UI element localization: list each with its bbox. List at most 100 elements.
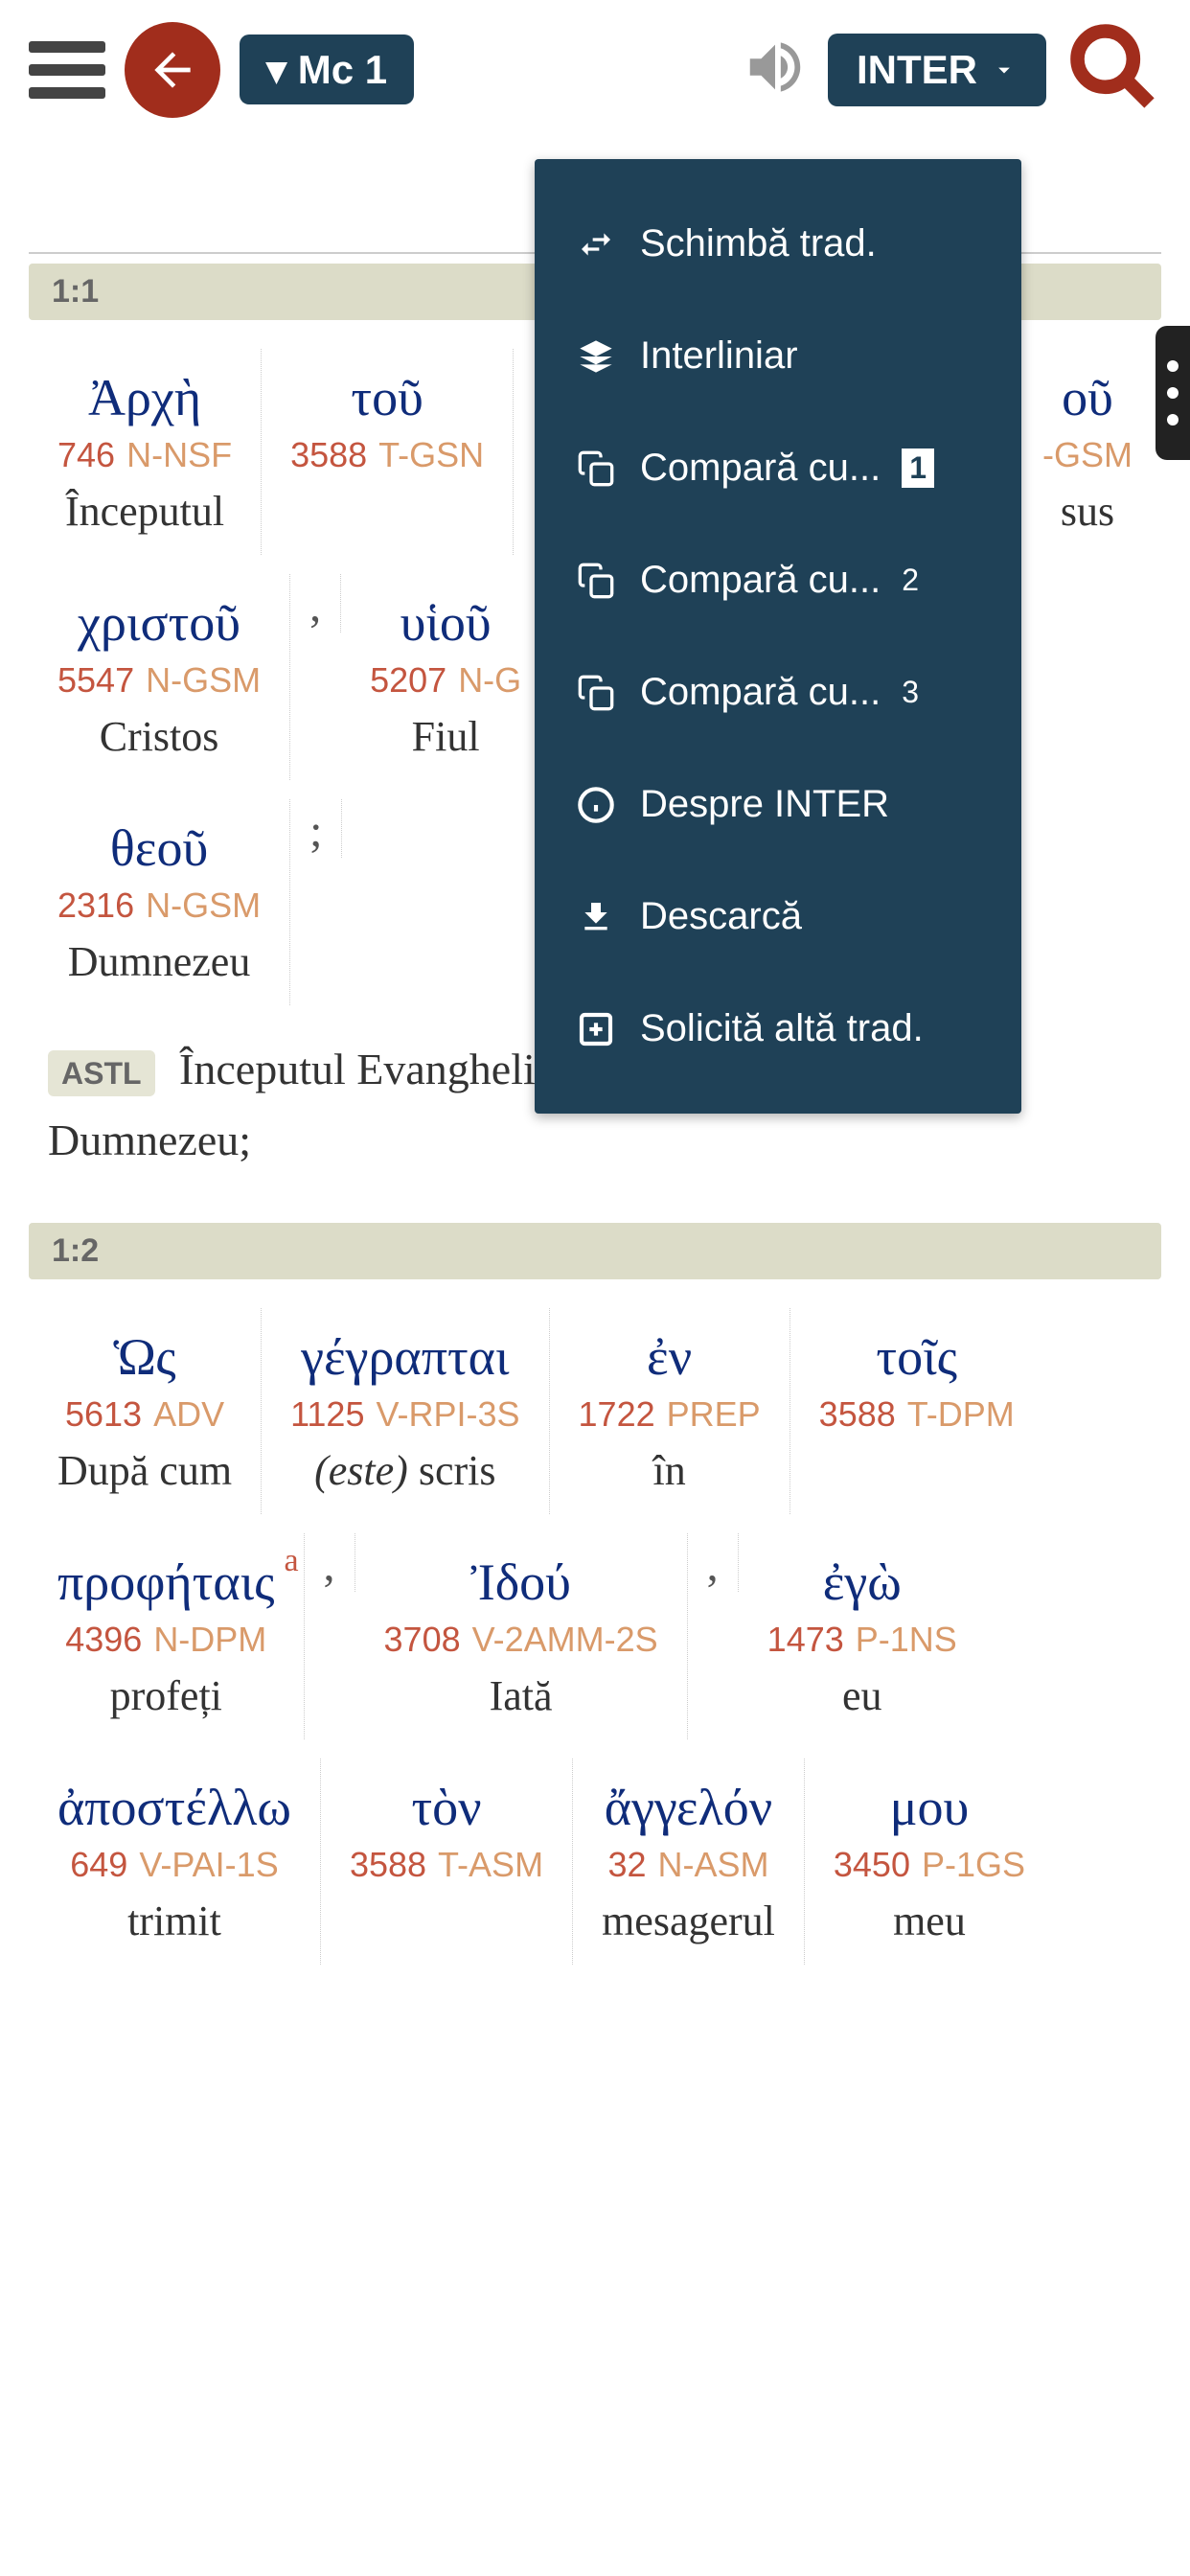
strongs-num: 1473 (767, 1620, 844, 1660)
footnote-mark[interactable]: a (284, 1543, 298, 1579)
strongs-num: 3708 (384, 1620, 461, 1660)
chevron-down-icon (991, 57, 1018, 83)
dropdown-label: Compară cu... (640, 671, 881, 714)
dropdown-compare-1[interactable]: Compară cu... 1 (535, 412, 1021, 524)
interlinear-row: ἀποστέλλω 649V-PAI-1S trimit τὸν 3588 T-A… (0, 1749, 1190, 1974)
word-block[interactable]: υἱοῦ 5207 N-G Fiul (341, 574, 550, 780)
word-block[interactable]: τοῦ 3588T-GSN (262, 349, 514, 555)
word-block[interactable]: οῦ -GSM sus (1013, 349, 1161, 555)
word-block[interactable]: χριστοῦ 5547N-GSM Cristos (29, 574, 290, 780)
side-tab[interactable] (1156, 326, 1190, 460)
dropdown-num: 3 (902, 675, 919, 710)
dot-icon (1167, 414, 1179, 426)
dropdown-badge: 1 (902, 448, 934, 488)
word-block[interactable]: τὸν 3588 T-ASM (321, 1759, 573, 1965)
greek-word: τὸν (411, 1778, 481, 1837)
dropdown-label: Descarcă (640, 895, 802, 938)
layers-icon (573, 337, 619, 376)
greek-word: ἀποστέλλω (57, 1778, 291, 1837)
strongs-num: 5613 (65, 1394, 142, 1435)
dot-icon (1167, 387, 1179, 399)
translation-word: trimit (127, 1897, 221, 1945)
dropdown-about[interactable]: Despre INTER (535, 748, 1021, 861)
strongs-num: 5547 (57, 660, 134, 701)
word-block[interactable]: a προφήταις 4396N-DPM profeți (29, 1533, 305, 1739)
translation-word: profeți (110, 1671, 222, 1720)
translation-dropdown: Schimbă trad. Interliniar Compară cu... … (535, 159, 1021, 1114)
arrow-left-icon (146, 43, 199, 97)
word-block[interactable]: Ἰδού 3708V-2AMM-2S Iată (355, 1533, 688, 1739)
dropdown-request[interactable]: Solicită altă trad. (535, 973, 1021, 1085)
word-block[interactable]: ἀποστέλλω 649V-PAI-1S trimit (29, 1759, 321, 1965)
greek-word: μου (890, 1778, 970, 1837)
strongs-num: 3588 (350, 1845, 426, 1885)
strongs-num: 3588 (819, 1394, 896, 1435)
greek-word: τοῦ (351, 368, 423, 427)
word-block[interactable]: γέγραπται 1125V-RPI-3S (este) scris (262, 1308, 549, 1514)
download-icon (573, 898, 619, 936)
dropdown-download[interactable]: Descarcă (535, 861, 1021, 973)
strongs-num: 32 (607, 1845, 646, 1885)
greek-word: Ὡς (113, 1327, 175, 1387)
translation-word: în (652, 1446, 685, 1495)
dropdown-compare-3[interactable]: Compară cu... 3 (535, 636, 1021, 748)
word-block[interactable]: θεοῦ 2316N-GSM Dumnezeu (29, 799, 290, 1005)
verse-marker[interactable]: 1:2 (29, 1223, 1161, 1279)
word-block[interactable]: μου 3450P-1GS meu (805, 1759, 1054, 1965)
parse-code: T-DPM (907, 1394, 1015, 1435)
search-icon (1065, 19, 1161, 115)
translation-selector[interactable]: INTER (828, 34, 1046, 106)
book-selector[interactable]: ▾ Mc 1 (240, 34, 414, 104)
word-block[interactable]: Ὡς 5613 ADV După cum (29, 1308, 262, 1514)
translation-word: (este) scris (314, 1446, 495, 1495)
greek-word: υἱοῦ (400, 593, 492, 653)
translation-word: Dumnezeu (68, 937, 251, 986)
punctuation: , (688, 1533, 739, 1592)
greek-word: ἄγγελόν (605, 1778, 772, 1837)
menu-button[interactable] (29, 41, 105, 99)
parse-code: N-GSM (146, 886, 261, 926)
dot-icon (1167, 360, 1179, 372)
word-block[interactable]: ἐγὼ 1473P-1NS eu (739, 1533, 986, 1739)
greek-word: ἐν (647, 1327, 692, 1387)
dropdown-label: Interliniar (640, 334, 798, 378)
strongs-num: 5207 (370, 660, 446, 701)
translation-word: Cristos (100, 712, 219, 761)
translation-word: Iată (490, 1671, 553, 1720)
info-icon (573, 786, 619, 824)
word-block[interactable]: ἄγγελόν 32N-ASM mesagerul (573, 1759, 805, 1965)
dropdown-interlinear[interactable]: Interliniar (535, 300, 1021, 412)
plus-icon (573, 1010, 619, 1048)
word-block[interactable]: Ἀρχὴ 746N-NSF Începutul (29, 349, 262, 555)
copy-icon (573, 449, 619, 488)
strongs-num: 3450 (834, 1845, 910, 1885)
parse-code: ADV (153, 1394, 224, 1435)
strongs-num: 1722 (579, 1394, 655, 1435)
parse-code: N-DPM (153, 1620, 266, 1660)
parse-code: T-ASM (438, 1845, 543, 1885)
dropdown-label: Despre INTER (640, 783, 889, 826)
dropdown-swap-translation[interactable]: Schimbă trad. (535, 188, 1021, 300)
dropdown-label: Compară cu... (640, 559, 881, 602)
swap-icon (573, 225, 619, 264)
translation-word: Fiul (412, 712, 480, 761)
dropdown-compare-2[interactable]: Compară cu... 2 (535, 524, 1021, 636)
strongs-num: 649 (70, 1845, 127, 1885)
back-button[interactable] (125, 22, 220, 118)
word-block[interactable]: ἐν 1722PREP în (550, 1308, 790, 1514)
parse-code: P-1NS (856, 1620, 957, 1660)
parse-code: N-ASM (657, 1845, 768, 1885)
word-block[interactable]: τοῖς 3588T-DPM (790, 1308, 1043, 1514)
search-button[interactable] (1065, 19, 1161, 120)
parse-code: N-G (458, 660, 521, 701)
greek-word: Ἀρχὴ (88, 368, 201, 427)
dropdown-label: Schimbă trad. (640, 222, 877, 265)
translation-word: După cum (57, 1446, 232, 1495)
interlinear-row: Ὡς 5613 ADV După cum γέγραπται 1125V-RPI-… (0, 1299, 1190, 1524)
translation-badge: ASTL (48, 1050, 155, 1096)
parse-code: V-RPI-3S (376, 1394, 519, 1435)
sound-icon[interactable] (742, 34, 809, 105)
translation-word: eu (842, 1671, 882, 1720)
parse-code: P-1GS (922, 1845, 1025, 1885)
punctuation: ; (290, 799, 342, 858)
